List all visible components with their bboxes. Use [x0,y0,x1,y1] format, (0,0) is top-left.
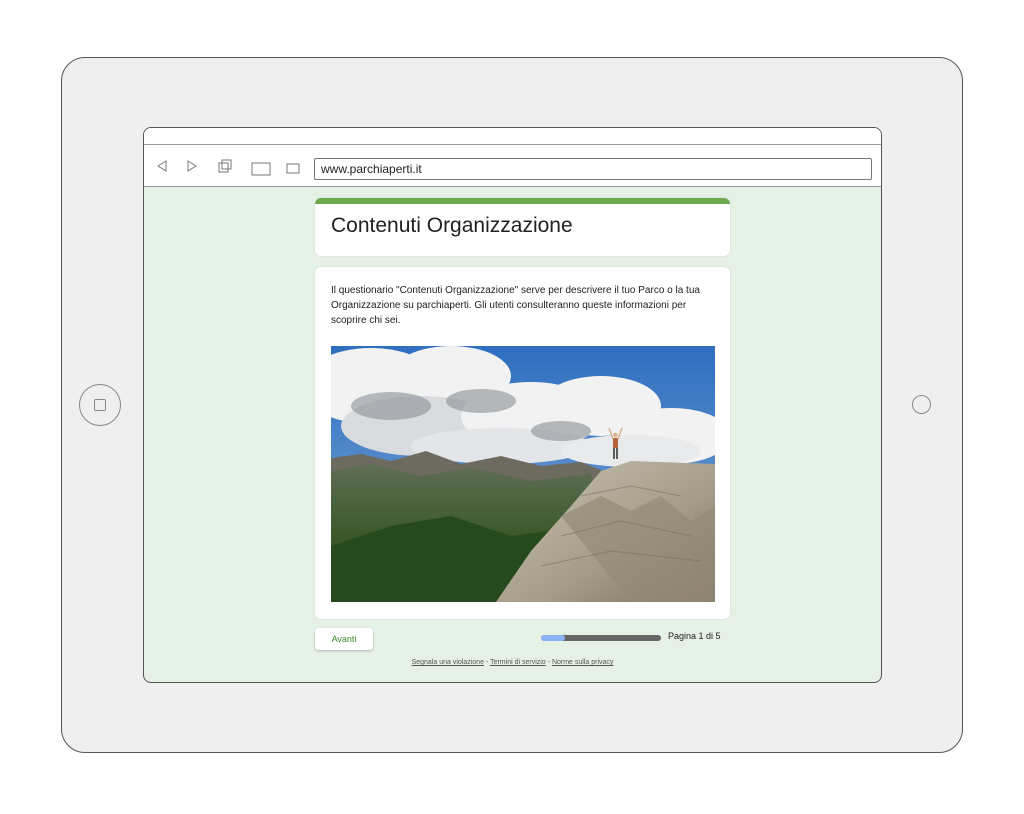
privacy-link[interactable]: Norme sulla privacy [552,659,613,666]
page-indicator: Pagina 1 di 5 [668,631,721,641]
camera-icon [912,395,931,414]
next-button[interactable]: Avanti [315,628,373,650]
accent-bar [315,198,730,204]
progress-bar [541,635,661,641]
forward-icon[interactable] [186,160,198,172]
progress-fill [541,635,565,641]
browser-screen: www.parchiaperti.it Contenuti Organizzaz… [143,127,882,683]
mountain-photo [331,346,715,602]
form-header-card: Contenuti Organizzazione [315,198,730,256]
terms-link[interactable]: Termini di servizio [490,659,546,666]
form-content-card: Il questionario "Contenuti Organizzazion… [315,267,730,619]
tabs-icon[interactable] [217,158,233,174]
report-link[interactable]: Segnala una violazione [412,659,484,666]
form-title: Contenuti Organizzazione [331,214,573,237]
back-icon[interactable] [156,160,168,172]
home-button[interactable] [79,384,121,426]
form-description: Il questionario "Contenuti Organizzazion… [331,285,700,326]
home-square-icon [94,399,106,411]
browser-toolbar: www.parchiaperti.it [144,128,881,187]
footer-links: Segnala una violazione - Termini di serv… [144,659,881,666]
square-icon[interactable] [286,163,300,174]
address-bar[interactable]: www.parchiaperti.it [314,158,872,180]
toolbar-divider [144,144,881,145]
window-icon[interactable] [251,162,271,176]
